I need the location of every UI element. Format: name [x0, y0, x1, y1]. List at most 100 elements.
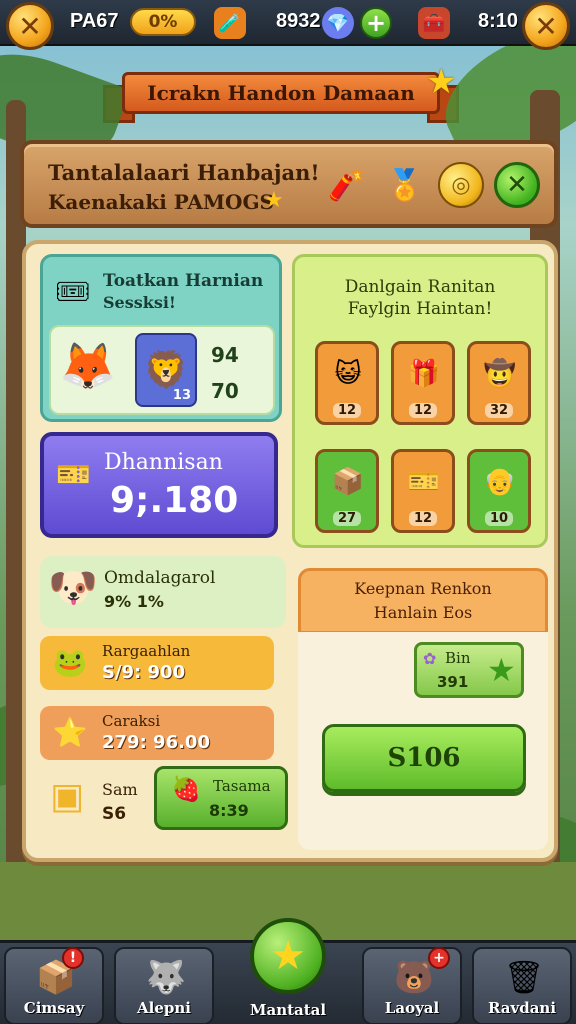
currency-value: 9;.180	[110, 480, 239, 521]
offer-row-2-value: 279: 96.00	[102, 732, 210, 753]
frog-icon: 🐸	[52, 645, 88, 679]
portrait-level: 13	[172, 388, 191, 403]
character-level: 12	[408, 403, 438, 418]
timer: 8:10	[478, 10, 519, 32]
nav-item-laoyal[interactable]: 🐻 + Laoyal	[362, 947, 462, 1024]
reward-button[interactable]: ✿ Bin 391 ★	[414, 642, 524, 698]
dynamite-icon[interactable]: 🧨	[324, 162, 370, 208]
dog-mascot-icon: 🐶	[48, 565, 98, 611]
character-level: 10	[484, 511, 514, 526]
nav-label-alepni: Alepni	[137, 999, 191, 1017]
claim-button[interactable]: S106	[322, 724, 526, 792]
daily-card-subtitle: Sessksi!	[103, 293, 176, 312]
gem-count: 8932	[276, 10, 321, 32]
nav-item-ravdani[interactable]: 🗑 Ravdani	[472, 947, 572, 1024]
coin-icon[interactable]: ◎	[438, 162, 484, 208]
offer-row-2-label: Caraksi	[102, 712, 161, 730]
daily-card[interactable]: 🎟 Toatkan Harnian Sessksi! 🦊 🦁 13 94 70	[40, 254, 282, 422]
nav-label-mantatal: Mantatal	[249, 1001, 327, 1019]
character-portrait-icon: 👴	[483, 467, 517, 497]
character-level: 12	[332, 403, 362, 418]
reward-label: Bin	[445, 649, 471, 667]
reward-card-header: Keepnan Renkon Hanlain Eos	[298, 568, 548, 634]
player-id: PA67	[70, 10, 119, 32]
reward-card-line-1: Keepnan Renkon	[354, 579, 492, 598]
character-portrait-icon: 🎁	[407, 359, 441, 389]
offer-row-1[interactable]: 🐸 Rargaahlan S/9: 900	[40, 636, 274, 690]
small-offer-label: Sam	[102, 780, 138, 799]
small-offer-value: S6	[102, 804, 127, 824]
character-portrait-icon: 😺	[334, 359, 362, 389]
flower-icon: ✿	[423, 649, 437, 668]
character-portrait-icon: 🤠	[483, 359, 517, 389]
daily-card-title: Toatkan Harnian	[103, 271, 264, 291]
close-button[interactable]: ✕	[6, 2, 54, 50]
star-icon: ★	[270, 933, 306, 979]
character-portrait-icon: 📦	[331, 467, 365, 497]
ribbon-title: Icrakn Handon Damaan	[147, 81, 415, 105]
hero-portrait[interactable]: 🦁 13	[135, 333, 197, 407]
reward-card-line-2: Hanlain Eos	[373, 603, 473, 622]
character-tile[interactable]: 🎫 12	[391, 449, 455, 533]
grid-heading-2: Faylgin Haintan!	[347, 299, 493, 319]
close-icon: ✕	[534, 9, 558, 43]
character-tile[interactable]: 😺 12	[315, 341, 379, 425]
stat-1: 94	[211, 343, 239, 367]
close-panel-button[interactable]: ✕	[494, 162, 540, 208]
character-level: 27	[332, 511, 362, 526]
reward-value: 391	[437, 673, 469, 691]
stat-2: 70	[211, 379, 239, 403]
small-offer-row: ▣ Sam S6 🍓 Tasama 8:39	[40, 766, 288, 842]
buy-button-label: Tasama	[213, 777, 271, 795]
claim-button-label: S106	[387, 743, 461, 773]
plus-badge: +	[428, 947, 450, 969]
nav-label-cimsay: Cimsay	[23, 999, 85, 1017]
star-icon: ★	[426, 62, 457, 102]
ticket-icon: 🎟	[55, 275, 91, 308]
alert-badge: !	[62, 947, 84, 969]
currency-card[interactable]: 🎫 Dhannisan 9;.180	[40, 432, 278, 538]
star-icon: ⭐	[52, 715, 88, 749]
title-ribbon: Icrakn Handon Damaan	[103, 72, 459, 123]
main-board: 🎟 Toatkan Harnian Sessksi! 🦊 🦁 13 94 70 …	[22, 240, 558, 862]
header-line-2: Kaenakaki PAMOGS	[48, 190, 274, 214]
lion-icon: 🦁	[143, 350, 189, 391]
home-star-button[interactable]: ★	[250, 918, 326, 994]
nav-label-ravdani: Ravdani	[487, 999, 557, 1017]
header-panel: Tantalalaari Hanbajan! Kaenakaki PAMOGS …	[20, 140, 558, 228]
character-tile[interactable]: 🎁 12	[391, 341, 455, 425]
trash-can-icon: 🗑	[503, 958, 545, 996]
bonus-title: Omdalagarol	[104, 568, 216, 588]
offer-row-1-value: S/9: 900	[102, 662, 186, 683]
character-grid-card: Danlgain Ranitan Faylgin Haintan! 😺 12 🎁 12…	[292, 254, 548, 548]
close-icon: ✕	[18, 9, 42, 43]
nav-item-cimsay[interactable]: 📦 ! Cimsay	[4, 947, 104, 1024]
buy-button[interactable]: 🍓 Tasama 8:39	[154, 766, 288, 830]
character-tile[interactable]: 👴 10	[467, 449, 531, 533]
nav-item-alepni[interactable]: 🐺 Alepni	[114, 947, 214, 1024]
gold-block-icon: ▣	[50, 776, 85, 817]
gold-progress-pill: 0%	[130, 8, 196, 36]
header-line-1: Tantalalaari Hanbajan!	[48, 160, 320, 185]
character-portrait-icon: 🎫	[407, 467, 441, 497]
character-tile[interactable]: 📦 27	[315, 449, 379, 533]
add-gems-button[interactable]: +	[360, 7, 392, 39]
offer-row-1-label: Rargaahlan	[102, 642, 191, 660]
currency-label: Dhannisan	[104, 450, 223, 475]
character-level: 12	[408, 511, 438, 526]
top-bar: ✕ PA67 0% 🧪 8932 💎 + 🧰 8:10 ✕	[0, 0, 576, 50]
nav-label-laoyal: Laoyal	[384, 999, 440, 1017]
offer-row-2[interactable]: ⭐ Caraksi 279: 96.00	[40, 706, 274, 760]
potion-icon[interactable]: 🧪	[214, 7, 246, 39]
close-right-button[interactable]: ✕	[522, 2, 570, 50]
badge-icon[interactable]: 🏅	[382, 162, 428, 208]
gem-icon: 💎	[322, 7, 354, 39]
daily-card-content: 🦊 🦁 13 94 70	[49, 325, 275, 415]
ticket-icon: 🎫	[56, 458, 91, 491]
strawberry-icon: 🍓	[171, 775, 201, 803]
bonus-subtitle: 9% 1%	[104, 592, 164, 611]
grid-heading-1: Danlgain Ranitan	[344, 277, 496, 297]
character-tile[interactable]: 🤠 32	[467, 341, 531, 425]
chest-icon[interactable]: 🧰	[418, 7, 450, 39]
bonus-card[interactable]: 🐶 Omdalagarol 9% 1%	[40, 556, 286, 628]
